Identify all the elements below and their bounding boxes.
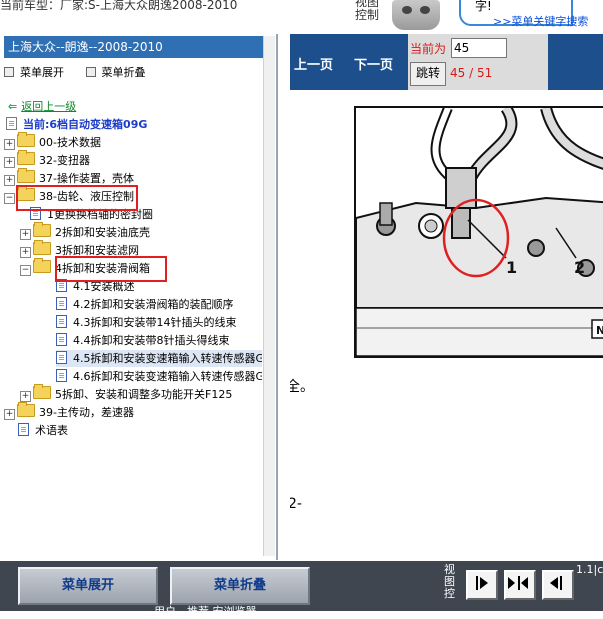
- tree-frame: 上海大众--朗逸--2008-2010 菜单展开 菜单折叠 ⇐ 返回上一级 当前:…: [0, 34, 278, 560]
- plus-icon[interactable]: +: [4, 157, 15, 168]
- split-view-button[interactable]: [504, 570, 536, 600]
- document-icon: [56, 369, 67, 382]
- document-icon: [56, 315, 67, 328]
- folder-icon: [17, 402, 35, 417]
- tree-header: 上海大众--朗逸--2008-2010: [4, 36, 265, 58]
- plus-icon[interactable]: +: [4, 139, 15, 150]
- list-icon: [4, 67, 14, 77]
- corner-label: N: [596, 324, 603, 337]
- top-bar: 当前车型：厂家:S-上海大众朗逸2008-2010 视图控制 字! >>菜单关键…: [0, 0, 603, 34]
- document-icon: [56, 351, 67, 364]
- book-icon: [6, 117, 17, 130]
- tree-item[interactable]: 术语表: [18, 422, 68, 439]
- tree-item[interactable]: +39-主传动，差速器: [4, 402, 134, 421]
- component-diagram: 1 2 N: [354, 106, 603, 358]
- minus-icon[interactable]: −: [4, 193, 15, 204]
- bubble-text: 字!: [475, 0, 492, 13]
- show-left-pane-button[interactable]: [542, 570, 574, 600]
- prev-page-button[interactable]: 上一页: [294, 54, 333, 73]
- expand-all-link[interactable]: 菜单展开: [4, 66, 64, 79]
- current-page-label: 当前为: [410, 42, 447, 56]
- plus-icon[interactable]: +: [4, 175, 15, 186]
- document-icon: [56, 297, 67, 310]
- tree-item-selected[interactable]: 4.5拆卸和安装变速箱输入转速传感器G: [56, 350, 262, 367]
- play-right-icon: [480, 577, 488, 589]
- current-node: 当前:6档自动变速箱09G: [6, 116, 147, 132]
- tree-item[interactable]: 4.6拆卸和安装变速箱输入转速传感器G: [56, 368, 262, 385]
- list-icon: [85, 67, 96, 77]
- folder-icon: [17, 132, 35, 147]
- content-frame: 上一页 下一页 当前为 跳转 45 / 51: [290, 34, 603, 560]
- tree-item[interactable]: +32-变扭器: [4, 150, 90, 169]
- folder-icon: [17, 168, 35, 183]
- tree-item[interactable]: +5拆卸、安装和调整多功能开关F125: [20, 384, 232, 403]
- plus-icon[interactable]: +: [4, 409, 15, 420]
- tree-scrollbar[interactable]: [263, 36, 275, 556]
- jump-button[interactable]: 跳转: [410, 62, 446, 86]
- folder-open-icon: [33, 258, 51, 273]
- jump-panel: 当前为 跳转 45 / 51: [408, 34, 548, 90]
- callout-1: 1: [506, 258, 517, 277]
- highlight-box: [55, 256, 167, 282]
- page-nav-bar: 上一页 下一页 当前为 跳转 45 / 51: [290, 34, 603, 90]
- plus-icon[interactable]: +: [20, 391, 31, 402]
- page-number-input[interactable]: [451, 38, 507, 58]
- document-icon: [56, 333, 67, 346]
- callout-2: 2: [574, 258, 585, 277]
- vehicle-title: 当前车型：厂家:S-上海大众朗逸2008-2010: [0, 0, 238, 12]
- view-control-label: 视图控: [444, 563, 455, 600]
- plus-icon[interactable]: +: [20, 247, 31, 258]
- arrow-left-icon: ⇐: [8, 100, 18, 113]
- page-count: 45 / 51: [450, 66, 493, 80]
- mascot-icon: [386, 0, 456, 34]
- tree-item[interactable]: 4.4拆卸和安装带8针插头得线束: [56, 332, 230, 349]
- body-text-fragment: 全。: [290, 379, 314, 395]
- body-text-fragment: 2-: [290, 496, 302, 512]
- plus-icon[interactable]: +: [20, 229, 31, 240]
- back-link[interactable]: ⇐ 返回上一级: [8, 98, 76, 114]
- engine-illustration: 1 2 N: [356, 108, 603, 356]
- view-control-label: 视图控制: [355, 0, 380, 22]
- tree-item[interactable]: 4.3拆卸和安装带14针插头的线束: [56, 314, 237, 331]
- collapse-all-button[interactable]: 菜单折叠: [170, 567, 310, 605]
- folder-icon: [33, 240, 51, 255]
- arrow-right-icon: [508, 577, 515, 589]
- expand-all-button[interactable]: 菜单展开: [18, 567, 158, 605]
- tree-item[interactable]: 4.2拆卸和安装滑阀箱的装配顺序: [56, 296, 234, 313]
- tree-tools: 菜单展开 菜单折叠: [4, 64, 164, 80]
- arrow-left-icon: [521, 577, 528, 589]
- play-left-icon: [550, 577, 558, 589]
- document-icon: [18, 423, 29, 436]
- next-page-button[interactable]: 下一页: [354, 54, 393, 73]
- tree-item[interactable]: +00-技术数据: [4, 132, 101, 151]
- show-right-pane-button[interactable]: [466, 570, 498, 600]
- minus-icon[interactable]: −: [20, 265, 31, 276]
- bottom-toolbar: 菜单展开 菜单折叠 视图控 用户，推荐.安浏览器 1.1|c: [0, 561, 603, 618]
- folder-icon: [17, 150, 35, 165]
- folder-icon: [33, 222, 51, 237]
- highlight-box: [16, 185, 138, 211]
- tree-item[interactable]: +2拆卸和安装油底壳: [20, 222, 150, 241]
- menu-keyword-search-link[interactable]: >>菜单关键字搜索: [493, 13, 588, 29]
- version-label: 1.1|c: [576, 563, 603, 576]
- collapse-all-link[interactable]: 菜单折叠: [85, 66, 146, 79]
- browser-hint: 用户，推荐.安浏览器: [154, 605, 257, 618]
- folder-icon: [33, 384, 51, 399]
